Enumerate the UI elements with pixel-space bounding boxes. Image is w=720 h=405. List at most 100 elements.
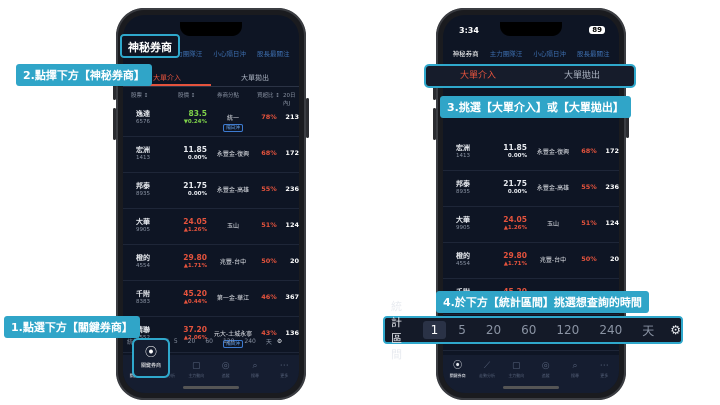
stock-price: 24.05 [183,217,207,226]
range-unit: 天 [265,338,272,346]
range-option[interactable]: 60 [200,338,218,345]
range-option[interactable]: 5 [450,321,474,339]
stock-price: 29.80 [183,253,207,262]
stock-change: ▲1.71% [183,263,207,269]
search-icon: ⌕ [572,361,578,371]
broker-zoom-highlight[interactable]: 神秘券商 [120,34,180,58]
stock-change: 0.00% [187,191,207,197]
stock-name: 邦泰 [456,180,470,188]
check-icon: ◎ [541,361,550,371]
range-option[interactable]: 120 [548,321,587,339]
more-icon: ⋯ [599,361,609,371]
table-row[interactable]: 邦泰 8935 21.75 0.00% 永豐金-高雄 55% 236 [123,173,299,209]
table-row[interactable]: 逸達 6576 83.5 ▼0.24% 統一 隔日沖 78% 213 [123,101,299,137]
col-price[interactable]: 股價 ↕ [178,91,195,99]
layers-icon: ▢ [512,361,521,371]
buy-ratio: 55% [261,185,277,193]
buy-ratio: 68% [581,147,597,155]
buy-ratio: 46% [261,293,277,301]
broker-branch: 兆豐-台中 [219,259,247,266]
broker-branch: 兆豐-台中 [539,257,567,264]
notch [500,22,562,36]
more-icon: ⋯ [279,361,289,371]
col-stock[interactable]: 股票 ↕ [131,91,148,99]
buy-ratio: 50% [261,257,277,265]
stock-code: 9905 [136,227,150,233]
tab-trend[interactable]: ⟋走勢分析 [475,361,499,393]
stock-code: 4554 [136,263,150,269]
stock-change: ▼0.24% [183,119,207,125]
stock-name: 橙的 [136,254,150,262]
table-row[interactable]: 大華 9905 24.05 ▲1.26% 玉山 51% 124 [443,207,619,243]
gear-icon[interactable]: ⚙ [670,323,681,337]
stock-change: ▲0.44% [183,299,207,305]
stock-price: 24.05 [503,215,527,224]
volume-value: 367 [285,293,299,301]
range-option[interactable]: 5 [169,338,183,345]
broker-branch: 永豐金-高雄 [536,185,570,192]
clock: 3:34 [459,26,479,35]
stock-name: 宏洲 [136,146,150,154]
table-row[interactable]: 橙的 4554 29.80 ▲1.71% 兆豐-台中 50% 20 [123,245,299,281]
range-option[interactable]: 120 [218,338,239,345]
range-option[interactable]: 20 [478,321,509,339]
layers-icon: ▢ [192,361,201,371]
broker-branch: 永豐金-復興 [536,149,570,156]
table-row[interactable]: 大華 9905 24.05 ▲1.26% 玉山 51% 124 [123,209,299,245]
broker-tab[interactable]: 小心隔日沖 [213,48,246,64]
volume-value: 20 [289,257,299,265]
stock-price: 29.80 [503,251,527,260]
broker-tab[interactable]: 小心隔日沖 [533,48,566,64]
stock-price: 45.20 [183,289,207,298]
volume-value: 213 [285,113,299,121]
range-option[interactable]: 60 [513,321,544,339]
segment-big-sell[interactable]: 大單拋出 [530,66,634,86]
range-option[interactable]: 240 [239,338,260,345]
stock-name: 大華 [136,218,150,226]
stock-change: 0.00% [187,155,207,161]
table-row[interactable]: 宏洲 1413 11.85 0.00% 永豐金-復興 68% 172 [443,135,619,171]
stock-code: 8935 [456,189,470,195]
range-option[interactable]: 20 [183,338,201,345]
gear-icon[interactable]: ⚙ [277,338,282,345]
stock-change: 0.00% [507,189,527,195]
table-row[interactable]: 邦泰 8935 21.75 0.00% 永豐金-高雄 55% 236 [443,171,619,207]
callout-step4: 4.於下方【統計區間】挑選想查詢的時間 [436,291,649,313]
pin-icon: ⦿ [453,361,463,371]
tab-search[interactable]: ⌕ 搜尋 [563,361,587,393]
stock-code: 9905 [456,225,470,231]
table-row[interactable]: 千附8383 45.20▲0.44% 第一金-華江 46% 367 [123,281,299,317]
volume-value: 20 [609,255,619,263]
stock-change: ▲1.26% [503,225,527,231]
day-trade-badge: 隔日沖 [223,124,243,132]
stock-name: 大華 [456,216,470,224]
tab-key-broker[interactable]: ⦿關鍵券商 [446,361,470,393]
home-indicator [183,386,239,389]
table-row[interactable]: 宏洲 1413 11.85 0.00% 永豐金-復興 68% 172 [123,137,299,173]
key-broker-zoom-highlight[interactable]: ⦿ 關鍵券商 [132,338,170,378]
broker-tab[interactable]: 神秘券商 [453,48,479,64]
chart-icon: ⟋ [483,361,491,371]
broker-tab[interactable]: 主力團隊汪 [490,48,523,64]
range-option[interactable]: 1 [422,321,447,339]
broker-tab[interactable]: 股長最關注 [577,48,610,64]
broker-branch: 第一金-華江 [216,295,250,302]
stock-change: 0.00% [507,153,527,159]
broker-branch: 永豐金-復興 [216,151,250,158]
stock-name: 邦泰 [136,182,150,190]
range-unit: 天 [642,323,655,338]
segment-big-buy[interactable]: 大單介入 [426,66,530,86]
segment-big-sell[interactable]: 大單拋出 [211,71,299,86]
broker-branch: 玉山 [546,221,559,228]
range-option[interactable]: 240 [591,321,630,339]
broker-tab[interactable]: 股長最關注 [257,48,290,64]
tab-more[interactable]: ⋯ 更多 [272,361,296,393]
table-row[interactable]: 橙的 4554 29.80 ▲1.71% 兆豐-台中 50% 20 [443,243,619,279]
tab-search[interactable]: ⌕ 搜尋 [243,361,267,393]
col-ratio[interactable]: 買超比 ↕ [257,91,280,99]
col-branch: 券商分點 [217,93,240,99]
tab-more[interactable]: ⋯ 更多 [592,361,616,393]
buy-ratio: 51% [261,221,277,229]
volume-value: 124 [605,219,619,227]
volume-value: 172 [605,147,619,155]
